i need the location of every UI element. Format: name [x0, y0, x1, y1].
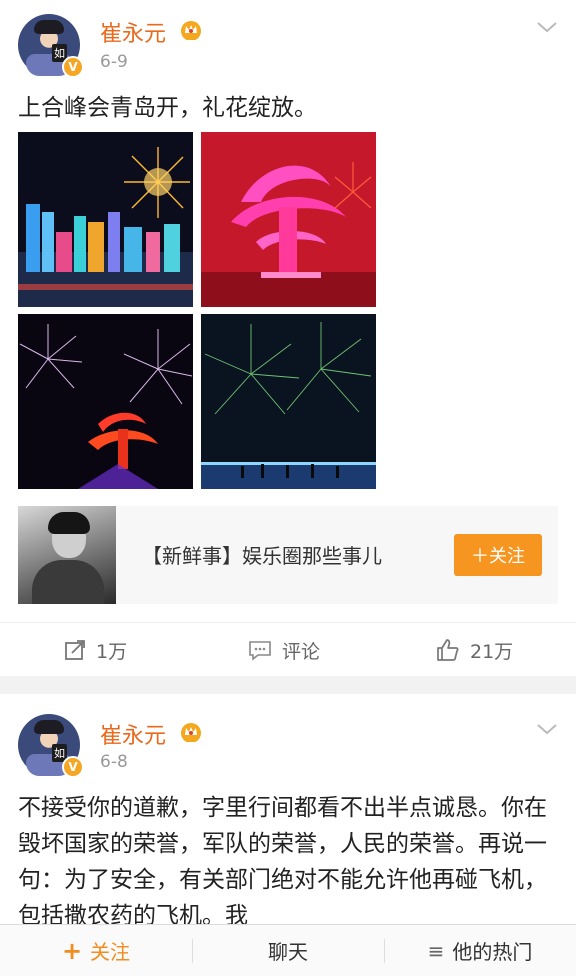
comment-icon	[249, 641, 271, 661]
menu-icon: ≡	[427, 938, 445, 963]
plus-icon: +	[61, 936, 83, 965]
avatar[interactable]: 如 V	[18, 14, 84, 78]
verified-badge-icon: V	[62, 756, 84, 778]
comment-label: 评论	[282, 640, 321, 663]
topic-title: 【新鲜事】娱乐圈那些事儿	[142, 544, 382, 568]
bottom-action-bar: + 关注 聊天 ≡ 他的热门	[0, 924, 576, 976]
chat-label: 聊天	[268, 940, 308, 964]
post-date: 6-9	[100, 52, 128, 72]
topic-thumbnail	[18, 506, 116, 604]
chat-button[interactable]: 聊天	[192, 925, 384, 976]
chevron-down-icon[interactable]	[536, 722, 558, 736]
like-count: 21万	[470, 640, 514, 663]
repost-icon	[65, 640, 85, 660]
like-button[interactable]: 21万	[436, 623, 513, 677]
username[interactable]: 崔永元	[100, 16, 166, 48]
repost-count: 1万	[96, 640, 128, 663]
post-action-bar: 1万 评论 21万	[0, 622, 576, 676]
photo-sculpture-night[interactable]	[18, 314, 193, 489]
topic-card[interactable]: 【新鲜事】娱乐圈那些事儿 ＋关注	[18, 506, 558, 604]
post-text: 不接受你的道歉，字里行间都看不出半点诚恳。你在毁坏国家的荣誉，军队的荣誉，人民的…	[18, 795, 547, 929]
hot-posts-button[interactable]: ≡ 他的热门	[384, 925, 576, 976]
post-text: 上合峰会青岛开，礼花绽放。	[18, 95, 317, 121]
chevron-down-icon[interactable]	[536, 20, 558, 34]
verified-badge-icon: V	[62, 56, 84, 78]
username[interactable]: 崔永元	[100, 718, 166, 750]
comment-button[interactable]: 评论	[248, 623, 320, 677]
avatar[interactable]: 如 V	[18, 714, 84, 778]
follow-label: 关注	[90, 940, 131, 964]
photo-green-fireworks[interactable]	[201, 314, 376, 489]
post-date: 6-8	[100, 752, 128, 772]
weibo-post-1: 如 V 崔永元 6-9 上合峰会青岛开，礼花绽放。 【新鲜事】娱乐圈那些事儿 ＋…	[0, 0, 576, 676]
crown-icon	[181, 21, 201, 40]
hot-label: 他的热门	[452, 940, 533, 964]
photo-city-fireworks[interactable]	[18, 132, 193, 307]
topic-follow-button[interactable]: ＋关注	[454, 534, 542, 576]
crown-icon	[181, 723, 201, 742]
photo-sculpture-red[interactable]	[201, 132, 376, 307]
thumbs-up-icon	[437, 639, 459, 661]
follow-user-button[interactable]: + 关注	[0, 925, 192, 976]
repost-button[interactable]: 1万	[64, 623, 127, 677]
